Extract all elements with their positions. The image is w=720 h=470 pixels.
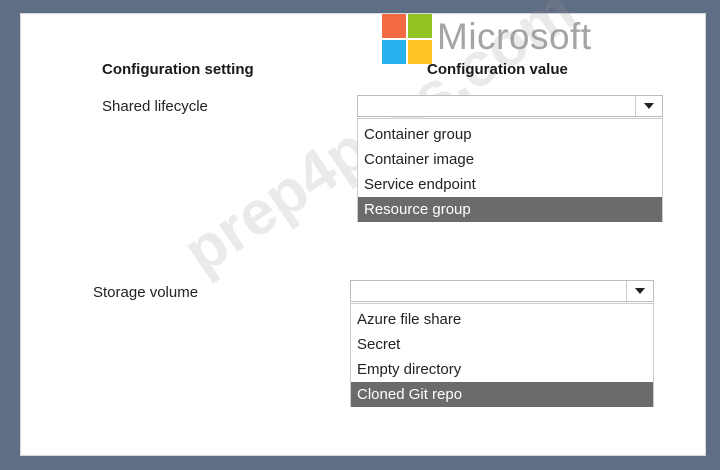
chevron-down-icon[interactable] [635,96,662,116]
question-panel: Microsoft prep4pass.com Configuration se… [20,0,706,456]
option-secret[interactable]: Secret [351,332,653,357]
shared-lifecycle-label: Shared lifecycle [102,98,208,115]
option-azure-file-share[interactable]: Azure file share [351,307,653,332]
option-container-image[interactable]: Container image [358,147,662,172]
microsoft-logo-icon [382,14,434,66]
storage-volume-options: Azure file share Secret Empty directory … [350,303,654,407]
option-resource-group[interactable]: Resource group [358,197,662,222]
option-empty-directory[interactable]: Empty directory [351,357,653,382]
shared-lifecycle-options: Container group Container image Service … [357,118,663,222]
option-service-endpoint[interactable]: Service endpoint [358,172,662,197]
storage-volume-label: Storage volume [93,284,199,301]
configuration-value-header: Configuration value [427,61,568,78]
configuration-setting-header: Configuration setting [102,61,254,78]
option-container-group[interactable]: Container group [358,122,662,147]
microsoft-logo-text: Microsoft [437,16,592,57]
shared-lifecycle-dropdown[interactable] [357,95,663,117]
chevron-down-icon[interactable] [626,281,653,301]
storage-volume-dropdown[interactable] [350,280,654,302]
option-cloned-git-repo[interactable]: Cloned Git repo [351,382,653,407]
